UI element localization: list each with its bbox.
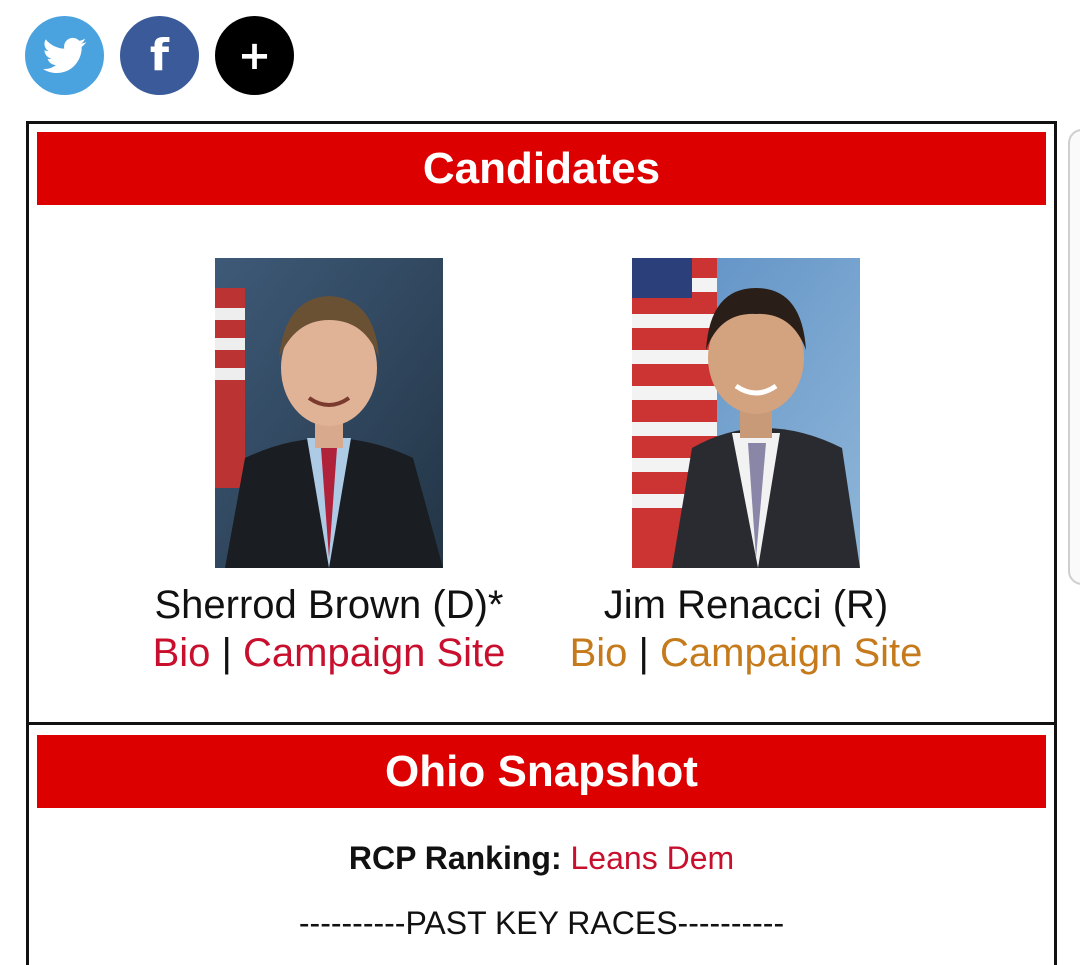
campaign-site-link[interactable]: Campaign Site: [660, 631, 922, 675]
ranking-value[interactable]: Leans Dem: [571, 840, 735, 876]
candidate-card: Sherrod Brown (D)* Bio | Campaign Site: [109, 258, 549, 678]
candidate-photo: [632, 258, 860, 568]
candidates-header: Candidates: [37, 132, 1046, 205]
scrollbar[interactable]: [1068, 129, 1080, 585]
more-share-button[interactable]: +: [215, 16, 294, 95]
twitter-bird-icon: [42, 37, 86, 73]
snapshot-header: Ohio Snapshot: [37, 735, 1046, 808]
candidates-panel: Candidates Sherrod Brown (D)* Bio | Camp…: [26, 121, 1057, 725]
link-separator: |: [221, 631, 232, 675]
twitter-share-button[interactable]: [25, 16, 104, 95]
campaign-site-link[interactable]: Campaign Site: [243, 631, 505, 675]
candidate-photo: [215, 258, 443, 568]
past-key-races-heading: ----------PAST KEY RACES----------: [298, 905, 785, 941]
snapshot-panel: Ohio Snapshot RCP Ranking: Leans Dem ---…: [26, 722, 1057, 965]
bio-link[interactable]: Bio: [153, 631, 211, 675]
candidate-links: Bio | Campaign Site: [526, 628, 966, 678]
plus-icon: +: [237, 32, 272, 79]
bio-link[interactable]: Bio: [570, 631, 628, 675]
link-separator: |: [638, 631, 649, 675]
candidate-name: Sherrod Brown (D)*: [154, 583, 504, 627]
ranking-label: RCP Ranking:: [348, 840, 562, 876]
candidate-links: Bio | Campaign Site: [109, 628, 549, 678]
rcp-ranking: RCP Ranking: Leans Dem: [29, 840, 1054, 877]
facebook-share-button[interactable]: f: [120, 16, 199, 95]
facebook-f-icon: f: [149, 30, 170, 81]
candidate-name: Jim Renacci (R): [603, 583, 889, 627]
candidate-card: Jim Renacci (R) Bio | Campaign Site: [526, 258, 966, 678]
share-buttons: f +: [25, 16, 294, 95]
